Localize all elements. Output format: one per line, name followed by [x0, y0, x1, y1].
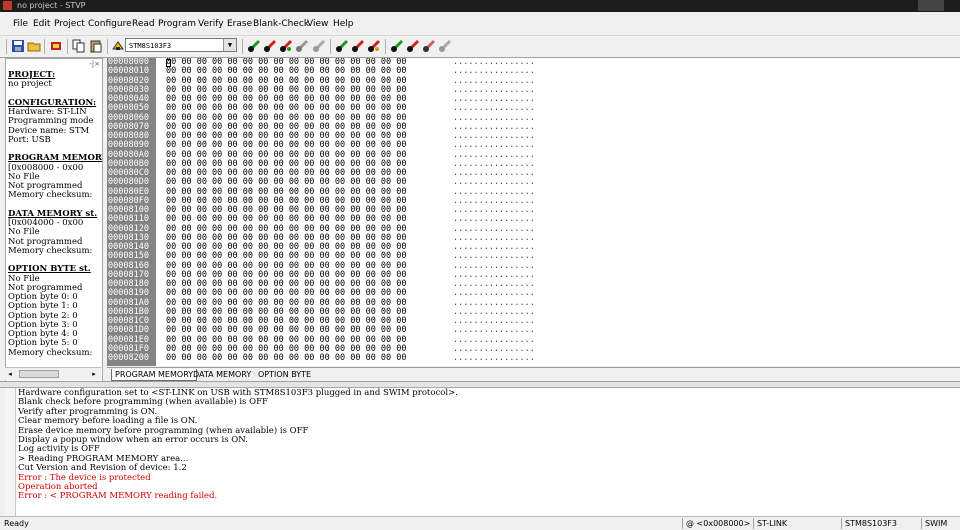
scrollbar-thumb[interactable]	[19, 370, 59, 378]
open-icon[interactable]	[27, 39, 41, 53]
device-select-value: STM8S103F3	[129, 42, 172, 50]
verify-all-icon[interactable]	[367, 39, 381, 53]
status-device: STM8S103F3	[841, 518, 921, 529]
log-scrollbar[interactable]	[5, 388, 16, 516]
read-all-icon[interactable]	[335, 39, 349, 53]
toolbar-separator	[6, 39, 7, 54]
memory-row[interactable]: 00008200 00 00 00 00 00 00 00 00 00 00 00…	[107, 353, 960, 363]
save-icon[interactable]	[11, 39, 25, 53]
paste-icon[interactable]	[89, 39, 103, 53]
info-line: Port: USB	[8, 134, 51, 145]
memory-tabs: PROGRAM MEMORY DATA MEMORY OPTION BYTE	[107, 367, 960, 381]
memory-grid[interactable]: 00008000 00 00 00 00 00 00 00 00 00 00 00…	[107, 58, 960, 366]
read-current-icon[interactable]	[247, 39, 261, 53]
toolbar-separator	[44, 39, 45, 54]
info-line: Memory checksum:	[8, 190, 93, 201]
menu-configure[interactable]: Configure	[88, 18, 132, 30]
toolbar: STM8S103F3 ▼	[0, 36, 960, 58]
menu-view[interactable]: View	[307, 18, 328, 30]
verify-current-icon[interactable]	[279, 39, 293, 53]
app-icon	[3, 1, 12, 10]
toolbar-separator	[242, 39, 243, 54]
menu-project[interactable]: Project	[54, 18, 85, 30]
toolbar-separator	[107, 39, 108, 54]
title-bar: no project - STVP	[0, 0, 960, 12]
info-line: no project	[8, 79, 52, 90]
window-controls[interactable]	[918, 0, 944, 11]
toolbar-separator	[67, 39, 68, 54]
tab-option-byte[interactable]: OPTION BYTE	[255, 369, 314, 380]
section-heading: OPTION BYTE st.	[8, 264, 91, 275]
menu-help[interactable]: Help	[333, 18, 354, 30]
chevron-down-icon[interactable]: ▼	[223, 39, 236, 51]
scroll-left-icon[interactable]: ◂	[5, 368, 15, 380]
panel-controls[interactable]: -|×	[89, 60, 100, 68]
info-line: Memory checksum:	[8, 245, 93, 256]
tab-data-memory[interactable]: DATA MEMORY	[190, 369, 254, 380]
menu-bar: File Edit Project Configure Read Program…	[0, 13, 960, 36]
info-line: Option byte 1: 0	[8, 301, 78, 312]
verify-option-icon[interactable]	[422, 39, 436, 53]
menu-read[interactable]: Read	[132, 18, 155, 30]
info-line: No File	[8, 227, 40, 238]
menu-edit[interactable]: Edit	[33, 18, 50, 30]
menu-verify[interactable]: Verify	[198, 18, 224, 30]
read-option-icon[interactable]	[390, 39, 404, 53]
info-line: Option byte 5: 0	[8, 338, 78, 349]
erase-icon[interactable]	[295, 39, 309, 53]
info-line: Memory checksum:	[8, 347, 93, 358]
program-current-icon[interactable]	[263, 39, 277, 53]
tab-program-memory[interactable]: PROGRAM MEMORY	[111, 369, 198, 381]
status-protocol: SWIM	[921, 518, 960, 529]
edit-cursor	[166, 59, 171, 67]
memory-bytes[interactable]: 00 00 00 00 00 00 00 00 00 00 00 00 00 0…	[166, 353, 407, 363]
status-bar: Ready @ <0x008000> ST-LINK STM8S103F3 SW…	[0, 516, 960, 530]
device-select[interactable]: STM8S103F3 ▼	[125, 38, 237, 52]
program-option-icon[interactable]	[406, 39, 420, 53]
status-programmer: ST-LINK	[753, 518, 840, 529]
toolbar-separator	[330, 39, 331, 54]
project-info-panel: -|× PROJECT: no project CONFIGURATION: Hard…	[5, 58, 103, 382]
project-info-scrollbar[interactable]: ◂ ▸	[5, 367, 101, 380]
menu-file[interactable]: File	[13, 18, 28, 30]
toolbar-separator	[385, 39, 386, 54]
program-all-icon[interactable]	[351, 39, 365, 53]
copy-icon[interactable]	[72, 39, 86, 53]
status-ready: Ready	[4, 519, 29, 528]
menu-program[interactable]: Program	[158, 18, 196, 30]
status-address: @ <0x008000>	[682, 518, 752, 529]
menu-erase[interactable]: Erase	[227, 18, 252, 30]
menu-blank-check[interactable]: Blank-Check	[253, 18, 309, 30]
memory-address: 00008200	[108, 353, 149, 363]
section-heading: PROGRAM MEMORY	[8, 153, 103, 164]
memory-ascii: ................	[453, 353, 535, 363]
chip-icon[interactable]	[111, 39, 125, 53]
blank-option-icon[interactable]	[438, 39, 452, 53]
window-title: no project - STVP	[17, 1, 86, 10]
log-panel: Hardware configuration set to <ST-LINK o…	[5, 387, 960, 516]
project-icon[interactable]	[49, 39, 63, 53]
scroll-right-icon[interactable]: ▸	[89, 368, 99, 380]
info-line: Programming mode	[8, 116, 94, 127]
log-error-line: Error : < PROGRAM MEMORY reading failed.	[18, 491, 218, 502]
blank-check-icon[interactable]	[312, 39, 326, 53]
